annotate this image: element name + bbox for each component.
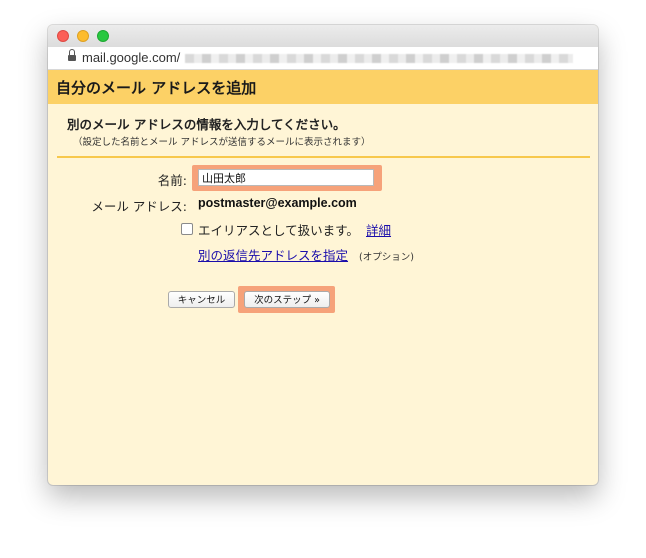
title-bar: [48, 25, 598, 47]
alias-details-link[interactable]: 詳細: [366, 220, 391, 239]
dialog-header: 自分のメール アドレスを追加: [48, 70, 598, 104]
name-input[interactable]: [198, 169, 374, 186]
address-bar[interactable]: mail.google.com/: [48, 47, 598, 70]
dialog-content: 別のメール アドレスの情報を入力してください。 （設定した名前とメール アドレス…: [53, 104, 593, 481]
url-text: mail.google.com/: [82, 50, 181, 65]
browser-window: mail.google.com/ 自分のメール アドレスを追加 別のメール アド…: [48, 25, 598, 485]
form-subtext: （設定した名前とメール アドレスが送信するメールに表示されます）: [73, 137, 371, 148]
lock-icon: [68, 49, 76, 62]
email-value: postmaster@example.com: [198, 196, 357, 210]
minimize-window-icon[interactable]: [77, 30, 89, 42]
reply-to-optional-label: (オプション): [359, 252, 414, 263]
cancel-button[interactable]: キャンセル: [168, 291, 235, 308]
dialog-title: 自分のメール アドレスを追加: [56, 79, 257, 97]
alias-checkbox-label[interactable]: エイリアスとして扱います。: [198, 220, 359, 239]
next-step-button[interactable]: 次のステップ »: [244, 291, 330, 308]
url-redacted: [185, 54, 573, 63]
email-label: メール アドレス:: [91, 199, 187, 214]
form-heading: 別のメール アドレスの情報を入力してください。: [67, 117, 346, 132]
maximize-window-icon[interactable]: [97, 30, 109, 42]
name-label: 名前:: [157, 173, 187, 188]
divider: [57, 156, 590, 158]
reply-to-link[interactable]: 別の返信先アドレスを指定: [198, 245, 348, 264]
alias-checkbox[interactable]: [181, 223, 193, 235]
close-window-icon[interactable]: [57, 30, 69, 42]
